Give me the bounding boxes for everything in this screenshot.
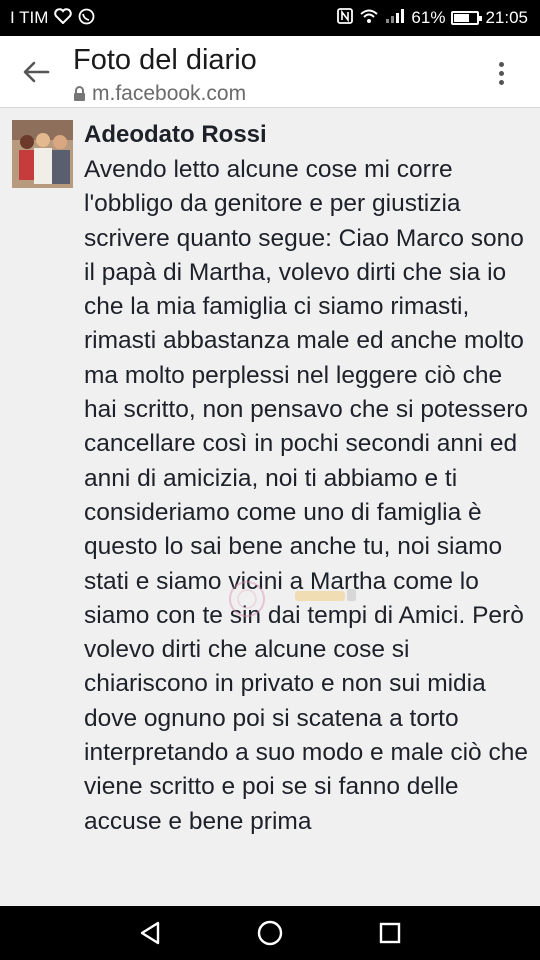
heart-rate-icon [54, 8, 73, 28]
circle-home-icon [257, 920, 283, 946]
battery-percent: 61% [411, 8, 446, 27]
system-nav-bar [0, 906, 540, 960]
post-text: Avendo letto alcune cose mi corre l'obbl… [84, 156, 528, 835]
carrier-label: I TIM [10, 8, 49, 27]
battery-icon [451, 11, 483, 25]
status-bar: I TIM 61% 21:05 [0, 0, 540, 36]
lock-icon [74, 86, 85, 101]
more-vert-icon [498, 61, 504, 67]
more-options-button[interactable] [486, 58, 516, 88]
arrow-left-icon [23, 61, 50, 83]
author-name[interactable]: Adeodato Rossi [84, 121, 267, 149]
signal-icon [385, 8, 405, 28]
app-bar: Foto del diario m.facebook.com [0, 36, 540, 108]
triangle-back-icon [140, 921, 160, 945]
square-recents-icon [379, 922, 401, 944]
clock: 21:05 [485, 8, 528, 27]
page-url: m.facebook.com [92, 82, 247, 105]
nav-home-button[interactable] [250, 913, 290, 953]
page-title: Foto del diario [73, 44, 257, 76]
post-content: Adeodato Rossi Avendo letto alcune cose … [0, 109, 540, 906]
avatar[interactable] [12, 120, 73, 188]
nav-back-button[interactable] [130, 913, 170, 953]
back-button[interactable] [18, 54, 54, 90]
status-left: I TIM [10, 8, 95, 29]
whatsapp-icon [78, 8, 95, 29]
wifi-icon [359, 8, 379, 28]
nav-recents-button[interactable] [370, 913, 410, 953]
watermark-logo-icon [229, 581, 356, 617]
status-right: 61% 21:05 [337, 8, 528, 28]
nfc-icon [337, 8, 354, 28]
url-row: m.facebook.com [73, 82, 246, 106]
